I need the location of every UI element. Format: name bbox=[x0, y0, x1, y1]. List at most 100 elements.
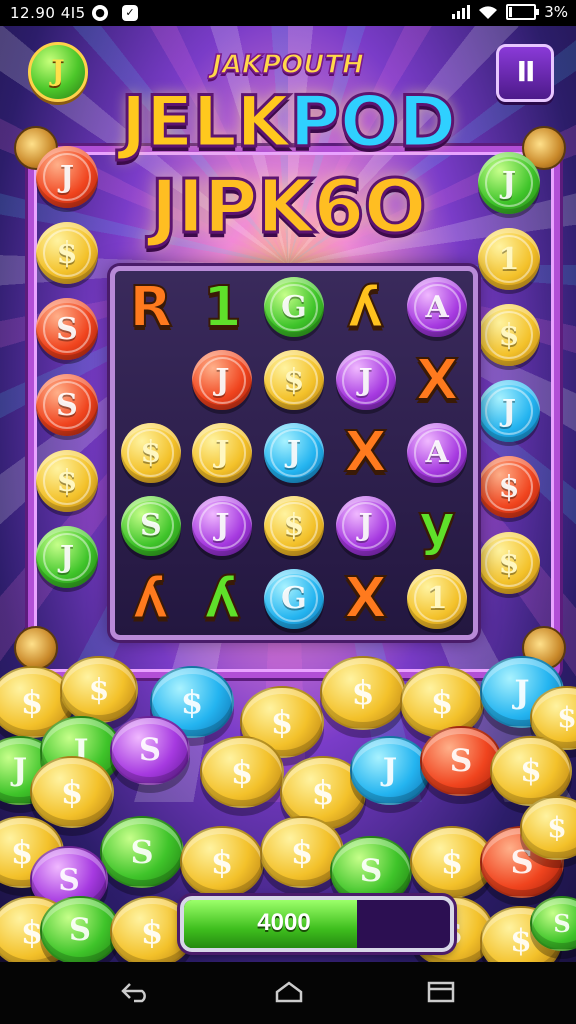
coin-symbol: S bbox=[42, 304, 92, 354]
photo-icon: ✓ bbox=[122, 5, 138, 21]
reel-cell: A bbox=[401, 271, 473, 344]
signal-icon bbox=[452, 5, 471, 19]
pile-coin: $ bbox=[180, 826, 264, 898]
reel-cell: $ bbox=[258, 489, 330, 562]
reel-letter-symbol: 1 bbox=[202, 274, 243, 341]
reel-cell bbox=[115, 344, 187, 417]
reel-coin-purple: A bbox=[407, 277, 468, 338]
pile-coin: S bbox=[110, 716, 190, 785]
wifi-icon bbox=[479, 5, 498, 19]
coin-symbol: $ bbox=[127, 429, 175, 477]
back-icon[interactable] bbox=[120, 980, 150, 1004]
reel-cell: 1 bbox=[187, 271, 259, 344]
status-time: 12.90 4I5 bbox=[10, 4, 86, 22]
reel-coin-blue: J bbox=[263, 422, 324, 483]
battery-icon bbox=[506, 4, 540, 20]
notification-icon: ● bbox=[92, 5, 108, 21]
reel-letter-symbol: ʎ bbox=[203, 565, 241, 632]
coin-symbol: A bbox=[413, 429, 461, 477]
side-coin-gold: $ bbox=[36, 450, 98, 512]
reel-coin-green: S bbox=[120, 495, 181, 556]
reel-coin-red: J bbox=[192, 350, 253, 411]
coin-symbol: G bbox=[270, 283, 318, 331]
reel-letter-symbol: X bbox=[343, 419, 388, 486]
reel-cell: J bbox=[187, 489, 259, 562]
reel-cell: J bbox=[187, 344, 259, 417]
side-coin-red: $ bbox=[478, 456, 540, 518]
coin-symbol: J bbox=[198, 429, 246, 477]
coin-symbol: $ bbox=[484, 462, 534, 512]
reel-coin-gold: $ bbox=[120, 422, 181, 483]
coin-symbol: J bbox=[198, 356, 246, 404]
side-coin-gold: $ bbox=[478, 532, 540, 594]
reel-letter-symbol: R bbox=[128, 274, 173, 341]
pile-coin: $ bbox=[200, 736, 284, 808]
coin-symbol: $ bbox=[484, 310, 534, 360]
title-part2: POD bbox=[288, 80, 458, 165]
coin-symbol: G bbox=[270, 575, 318, 623]
reel-cell: $ bbox=[258, 344, 330, 417]
pile-coin: S bbox=[420, 726, 502, 797]
pile-coin: $ bbox=[320, 656, 406, 730]
coin-symbol: S bbox=[42, 380, 92, 430]
pile-coin: S bbox=[100, 816, 184, 888]
reel-cell: G bbox=[258, 562, 330, 635]
recents-icon[interactable] bbox=[426, 980, 456, 1004]
reel-letter-symbol: ʎ bbox=[132, 565, 170, 632]
coin-symbol: A bbox=[413, 283, 461, 331]
game-title-line1: JELKPOD bbox=[0, 80, 576, 165]
reel-cell: X bbox=[401, 344, 473, 417]
navigation-bar bbox=[0, 962, 576, 1024]
coin-symbol: $ bbox=[270, 502, 318, 550]
reel-coin-green: G bbox=[263, 277, 324, 338]
side-coin-red: S bbox=[36, 374, 98, 436]
coin-symbol: J bbox=[484, 386, 534, 436]
pile-coin: $ bbox=[60, 656, 138, 723]
reel-coin-purple: A bbox=[407, 422, 468, 483]
reel-cell: G bbox=[258, 271, 330, 344]
reel-cell: ʎ bbox=[330, 271, 402, 344]
game-screen[interactable]: J II JAKPOUTH JELKPOD JIPK6O J $ S S $ J J 1 $ J… bbox=[0, 26, 576, 962]
coin-symbol: 1 bbox=[413, 575, 461, 623]
reel-cell: S bbox=[115, 489, 187, 562]
reel-cell: X bbox=[330, 417, 402, 490]
reel-coin-gold: 1 bbox=[407, 568, 468, 629]
reel-cell: J bbox=[330, 489, 402, 562]
side-coin-gold: $ bbox=[36, 222, 98, 284]
slot-reels[interactable]: R 1 Gʎ A J $ J X $ J J X A S J $ Jy ʎ ʎ G X 1 bbox=[110, 266, 478, 640]
coin-symbol: J bbox=[484, 158, 534, 208]
coin-symbol: J bbox=[342, 356, 390, 404]
home-icon[interactable] bbox=[274, 980, 304, 1004]
reel-coin-gold: $ bbox=[263, 350, 324, 411]
reel-cell: J bbox=[187, 417, 259, 490]
pile-coin: S bbox=[40, 896, 120, 962]
side-coin-red: S bbox=[36, 298, 98, 360]
reel-cell: y bbox=[401, 489, 473, 562]
reel-cell: 1 bbox=[401, 562, 473, 635]
coin-symbol: J bbox=[198, 502, 246, 550]
coin-symbol: J bbox=[42, 152, 92, 202]
game-subtitle: JAKPOUTH bbox=[211, 49, 364, 81]
reel-letter-symbol: y bbox=[418, 492, 456, 559]
progress-value: 4000 bbox=[257, 909, 311, 936]
reel-coin-purple: J bbox=[335, 495, 396, 556]
side-coin-green: J bbox=[478, 152, 540, 214]
reel-cell: J bbox=[330, 344, 402, 417]
side-coin-green: J bbox=[36, 526, 98, 588]
reel-cell: J bbox=[258, 417, 330, 490]
reel-letter-symbol: X bbox=[343, 565, 388, 632]
reel-coin-purple: J bbox=[335, 350, 396, 411]
side-coin-gold: 1 bbox=[478, 228, 540, 290]
coin-symbol: $ bbox=[484, 538, 534, 588]
coin-symbol: $ bbox=[270, 356, 318, 404]
reel-cell: ʎ bbox=[115, 562, 187, 635]
reel-cell: A bbox=[401, 417, 473, 490]
reel-cell: X bbox=[330, 562, 402, 635]
battery-percent: 3% bbox=[544, 3, 568, 21]
reel-cell: ʎ bbox=[187, 562, 259, 635]
side-coin-blue: J bbox=[478, 380, 540, 442]
title-part1: JELK bbox=[119, 80, 292, 165]
coin-symbol: 1 bbox=[484, 234, 534, 284]
reel-coin-gold: $ bbox=[263, 495, 324, 556]
reel-letter-symbol: X bbox=[415, 347, 460, 414]
